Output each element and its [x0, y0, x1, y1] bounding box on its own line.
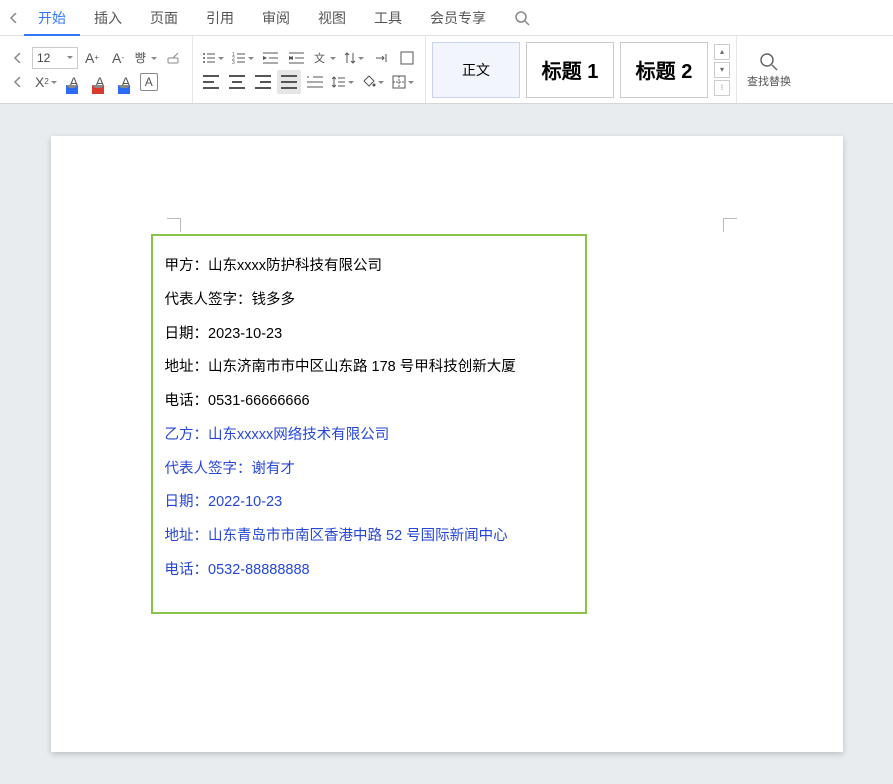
char-border-icon[interactable]: A — [140, 73, 158, 91]
menu-tab-page[interactable]: 页面 — [136, 0, 192, 36]
bullet-list-icon[interactable] — [199, 46, 227, 70]
style-gallery: 正文 标题 1 标题 2 ▴ ▾ ⁝ — [426, 36, 737, 103]
party-b-tel[interactable]: 电话：0532-88888888 — [165, 560, 573, 582]
style-scroll: ▴ ▾ ⁝ — [714, 44, 730, 96]
document-page[interactable]: 甲方：山东xxxx防护科技有限公司 代表人签字：钱多多 日期：2023-10-2… — [51, 136, 843, 752]
menu-prev-icon[interactable] — [4, 13, 24, 23]
paragraph-group: 123 文 — [193, 36, 426, 103]
font-size-selector[interactable]: 12 — [32, 47, 78, 69]
text-direction-icon[interactable]: 文 — [311, 46, 339, 70]
sort-icon[interactable] — [341, 46, 367, 70]
menu-tab-review[interactable]: 审阅 — [248, 0, 304, 36]
font-color-a-icon[interactable]: A — [62, 70, 86, 94]
find-replace-button[interactable]: 查找替换 — [737, 36, 801, 103]
menu-tab-insert[interactable]: 插入 — [80, 0, 136, 36]
line-spacing-icon[interactable] — [329, 70, 357, 94]
search-icon[interactable] — [508, 4, 536, 32]
party-a-name[interactable]: 甲方：山东xxxx防护科技有限公司 — [165, 256, 573, 278]
party-b-name[interactable]: 乙方：山东xxxxx网络技术有限公司 — [165, 425, 573, 447]
underline-color-icon[interactable]: A — [114, 70, 138, 94]
party-b-date[interactable]: 日期：2022-10-23 — [165, 492, 573, 514]
party-b-sign[interactable]: 代表人签字：谢有才 — [165, 459, 573, 481]
party-b-addr[interactable]: 地址：山东青岛市市南区香港中路 52 号国际新闻中心 — [165, 526, 573, 548]
border-icon[interactable] — [389, 70, 417, 94]
style-heading1-label: 标题 1 — [542, 55, 599, 84]
svg-text:뺭: 뺭 — [135, 51, 146, 65]
number-list-icon[interactable]: 123 — [229, 46, 257, 70]
align-center-icon[interactable] — [225, 70, 249, 94]
menu-tab-view[interactable]: 视图 — [304, 0, 360, 36]
decrease-font-icon[interactable]: A- — [106, 46, 130, 70]
change-case-icon[interactable]: 뺭 — [132, 46, 160, 70]
margin-mark-top-right — [723, 218, 737, 232]
party-a-addr[interactable]: 地址：山东济南市市中区山东路 178 号甲科技创新大厦 — [165, 357, 573, 379]
style-heading1[interactable]: 标题 1 — [526, 42, 614, 98]
menu-dropdown2-icon[interactable] — [6, 70, 30, 94]
style-heading2-label: 标题 2 — [636, 55, 693, 84]
font-size-value: 12 — [37, 51, 50, 65]
align-justify-icon[interactable] — [277, 70, 301, 94]
shading-icon[interactable] — [359, 70, 387, 94]
menu-tab-vip[interactable]: 会员专享 — [416, 0, 500, 36]
show-marks-icon[interactable] — [395, 46, 419, 70]
menu-tab-tools[interactable]: 工具 — [360, 0, 416, 36]
document-canvas: 甲方：山东xxxx防护科技有限公司 代表人签字：钱多多 日期：2023-10-2… — [0, 104, 893, 784]
style-scroll-down-icon[interactable]: ▾ — [714, 62, 730, 78]
style-heading2[interactable]: 标题 2 — [620, 42, 708, 98]
find-replace-icon — [758, 51, 780, 73]
style-scroll-up-icon[interactable]: ▴ — [714, 44, 730, 60]
increase-font-icon[interactable]: A+ — [80, 46, 104, 70]
party-a-date[interactable]: 日期：2023-10-23 — [165, 324, 573, 346]
highlight-color-icon[interactable]: A — [88, 70, 112, 94]
menu-tab-reference[interactable]: 引用 — [192, 0, 248, 36]
style-expand-icon[interactable]: ⁝ — [714, 80, 730, 96]
menu-bar: 开始 插入 页面 引用 审阅 视图 工具 会员专享 — [0, 0, 893, 36]
party-a-tel[interactable]: 电话：0531-66666666 — [165, 391, 573, 413]
svg-text:3: 3 — [232, 60, 235, 65]
superscript-icon[interactable]: X2 — [32, 70, 60, 94]
find-replace-label: 查找替换 — [747, 73, 791, 89]
style-normal-label: 正文 — [462, 60, 490, 80]
tab-char-icon[interactable] — [369, 46, 393, 70]
toolbar: 12 A+ A- 뺭 X2 A A A A — [0, 36, 893, 104]
svg-text:文: 文 — [314, 51, 325, 65]
margin-mark-top-left — [167, 218, 181, 232]
contract-box: 甲方：山东xxxx防护科技有限公司 代表人签字：钱多多 日期：2023-10-2… — [151, 234, 587, 614]
align-right-icon[interactable] — [251, 70, 275, 94]
distribute-icon[interactable] — [303, 70, 327, 94]
menu-tab-start[interactable]: 开始 — [24, 0, 80, 36]
menu-dropdown-icon[interactable] — [6, 46, 30, 70]
increase-indent-icon[interactable] — [285, 46, 309, 70]
party-a-sign[interactable]: 代表人签字：钱多多 — [165, 290, 573, 312]
align-left-icon[interactable] — [199, 70, 223, 94]
style-normal[interactable]: 正文 — [432, 42, 520, 98]
clear-format-icon[interactable] — [162, 46, 186, 70]
font-group: 12 A+ A- 뺭 X2 A A A A — [0, 36, 193, 103]
decrease-indent-icon[interactable] — [259, 46, 283, 70]
